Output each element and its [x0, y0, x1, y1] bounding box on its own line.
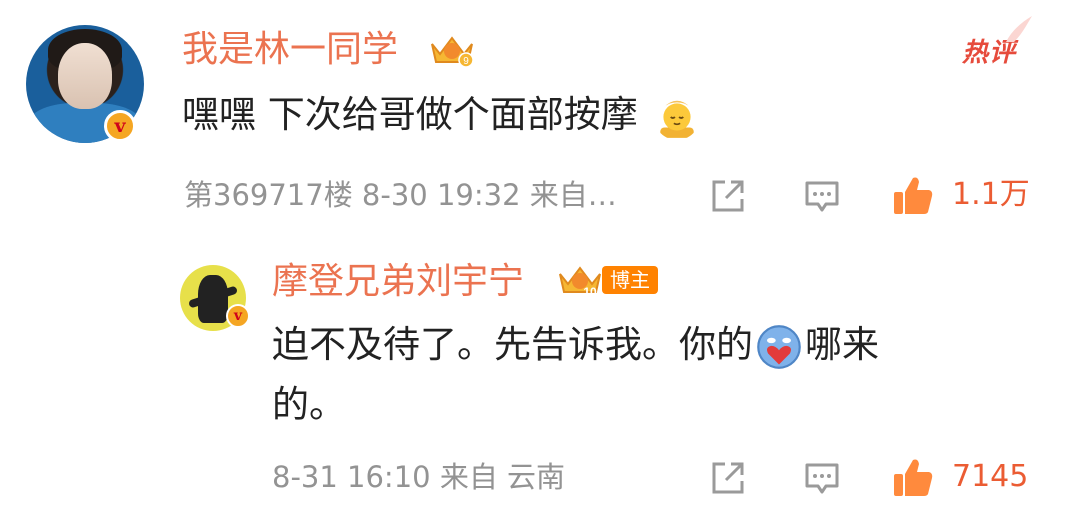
flame-wing-icon — [1006, 16, 1032, 42]
reply-text-part1: 迫不及待了。先告诉我。你的 — [272, 323, 753, 366]
face-massage-emoji-icon — [659, 100, 694, 138]
comment-icon[interactable] — [802, 176, 842, 216]
reply-comment-icon[interactable] — [802, 458, 842, 498]
comment-text-body: 嘿嘿 下次给哥做个面部按摩 — [182, 93, 638, 136]
reply-level-crown-icon: 10 — [559, 266, 601, 298]
reply-like-count: 7145 — [952, 459, 1029, 494]
reply-share-icon[interactable] — [708, 458, 748, 498]
reply-author[interactable]: 摩登兄弟刘宇宁 — [272, 262, 524, 302]
reply-time-location: 8-31 16:10 来自 云南 — [272, 460, 566, 494]
like-count: 1.1万 — [952, 177, 1030, 212]
verified-badge-icon: v — [104, 110, 136, 142]
comment-author[interactable]: 我是林一同学 — [182, 30, 398, 70]
reply-verified-badge-icon: v — [226, 304, 250, 328]
level-number: 9 — [463, 56, 469, 67]
blogger-tag: 博主 — [602, 266, 658, 294]
reply-level-number: 10 — [583, 285, 597, 298]
share-icon[interactable] — [708, 176, 748, 216]
heart-face-emoji-icon — [757, 324, 801, 369]
like-icon[interactable] — [890, 172, 936, 218]
reply-text-line1: 迫不及待了。先告诉我。你的 哪来 — [272, 318, 879, 372]
comment-text: 嘿嘿 下次给哥做个面部按摩 — [182, 88, 700, 142]
reply-like-icon[interactable] — [890, 454, 936, 500]
reply-text-line2: 的。 — [272, 383, 346, 426]
level-crown-icon: 9 — [431, 36, 474, 68]
reply-text-part2: 哪来 — [805, 323, 879, 366]
comment-floor-time: 第369717楼 8-30 19:32 来自… — [184, 178, 617, 212]
